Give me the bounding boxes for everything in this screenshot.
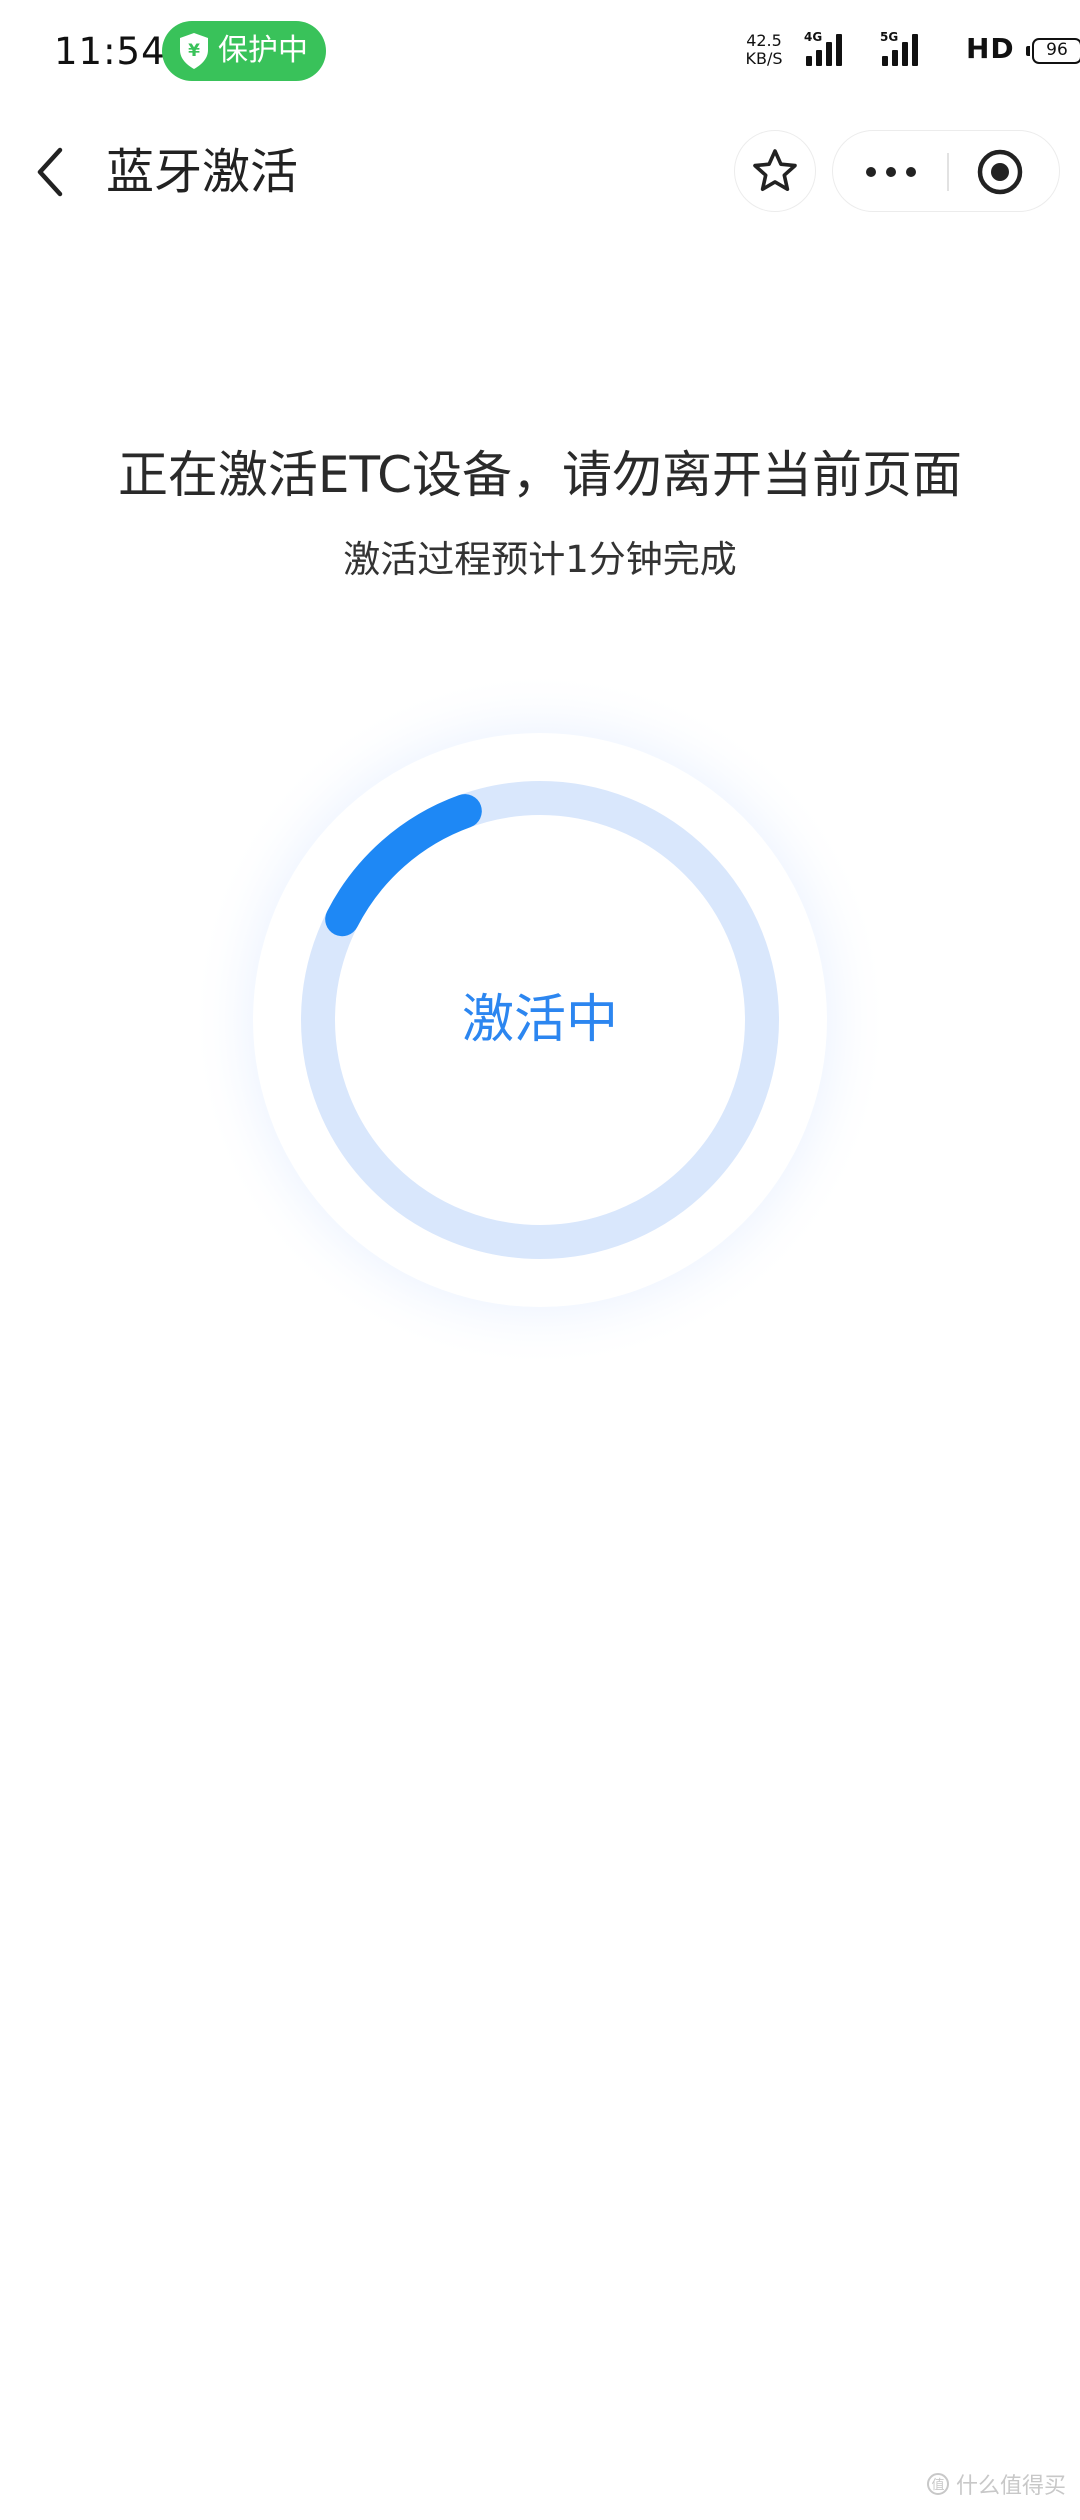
capsule-divider [947,153,949,191]
status-indicators: 42.5 KB/S 4G 5G HD 96 [720,28,1080,78]
nav-bar: 蓝牙激活 [0,116,1080,228]
status-bar: 11:54 ¥ 保护中 42.5 KB/S 4G 5G HD 96 [0,0,1080,104]
hd-voice-icon: HD [966,32,1015,65]
shield-icon: ¥ [180,33,208,69]
svg-text:¥: ¥ [188,41,200,61]
net-speed-value: 42.5 [746,31,782,50]
activation-subline: 激活过程预计1分钟完成 [343,538,737,581]
more-icon[interactable] [863,157,919,187]
favorite-button[interactable] [734,130,816,212]
watermark: 值 什么值得买 [926,2468,1066,2500]
ring-status-label: 激活中 [461,990,618,1050]
battery-level: 96 [1032,38,1080,64]
target-icon[interactable] [975,147,1025,197]
page-title: 蓝牙激活 [106,144,299,200]
net-speed-unit: KB/S [745,49,783,68]
svg-text:值: 值 [931,2477,944,2493]
watermark-logo-icon: 值 [926,2473,949,2495]
status-time: 11:54 [54,30,166,73]
mini-program-capsule [832,130,1060,212]
activation-headline: 正在激活ETC设备，请勿离开当前页面 [117,446,963,504]
net-speed: 42.5 KB/S [738,32,790,68]
star-icon [753,149,797,192]
back-icon[interactable] [30,136,74,208]
protect-label: 保护中 [218,33,308,68]
watermark-text: 什么值得买 [955,2474,1066,2499]
protect-badge[interactable]: ¥ 保护中 [162,21,326,81]
activation-progress-ring: 激活中 [190,670,890,1370]
